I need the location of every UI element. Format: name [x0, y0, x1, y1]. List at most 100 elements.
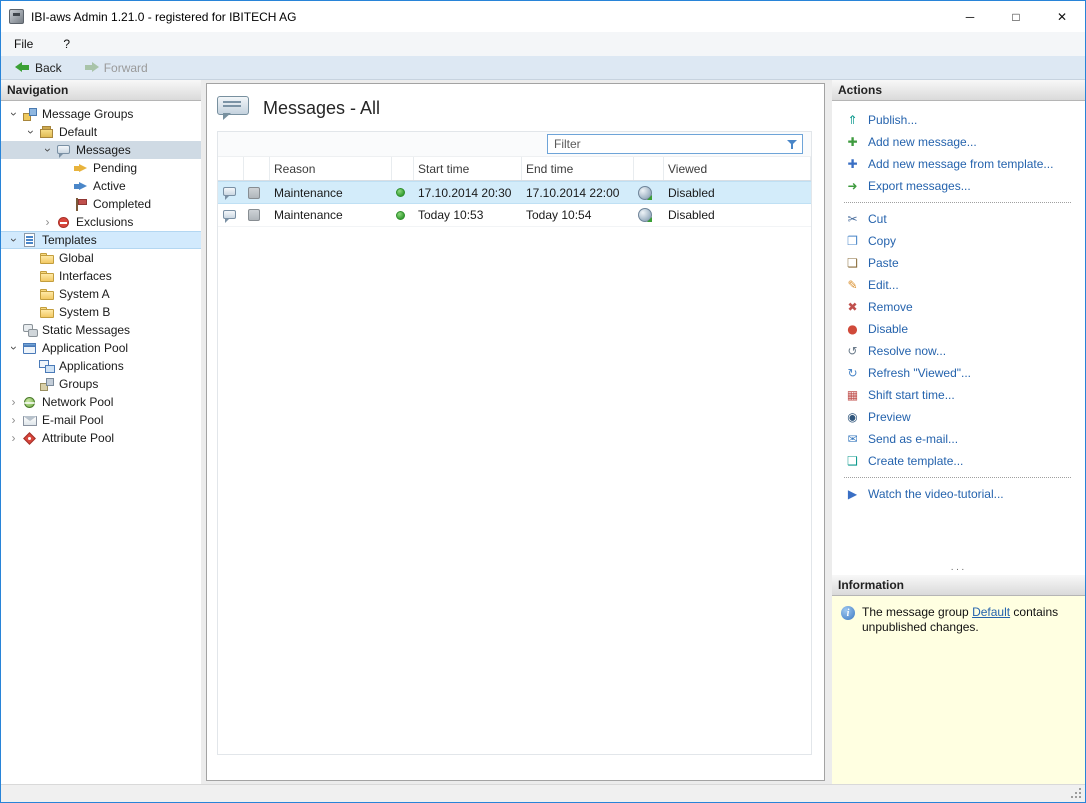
minimize-button[interactable]: ─: [947, 1, 993, 32]
chevron-down-icon[interactable]: [22, 123, 39, 141]
tree-item-label: Interfaces: [59, 269, 112, 283]
back-button[interactable]: Back: [9, 59, 68, 77]
header-viewed[interactable]: Viewed: [664, 157, 811, 180]
chevron-down-icon[interactable]: [39, 141, 56, 159]
menu-help[interactable]: ?: [59, 35, 74, 53]
action-label: Export messages...: [868, 179, 971, 193]
close-button[interactable]: ✕: [1039, 1, 1085, 32]
tree-item-label: Completed: [93, 197, 152, 211]
video-tutorial-icon: ▶: [847, 487, 858, 501]
tree-item-pending[interactable]: Pending: [1, 159, 201, 177]
forward-button[interactable]: Forward: [78, 59, 154, 77]
right-panel: Actions ⇑ Publish... ✚ Add new message... ✚ A…: [832, 80, 1085, 784]
chevron-right-icon[interactable]: [39, 213, 56, 231]
actions-overflow-indicator[interactable]: ···: [832, 564, 1085, 575]
tree-item-label: System A: [59, 287, 110, 301]
color-indicator-icon: [248, 186, 260, 199]
tree-item-default[interactable]: Default: [1, 123, 201, 141]
tree-item-active[interactable]: Active: [1, 177, 201, 195]
actions-list: ⇑ Publish... ✚ Add new message... ✚ Add new m…: [832, 101, 1085, 564]
add-message-template-icon: ✚: [847, 157, 858, 171]
action-send-as-e-mail[interactable]: ✉ Send as e-mail...: [832, 428, 1085, 450]
main-title-row: Messages - All: [207, 84, 824, 131]
remove-icon: ✖: [847, 300, 858, 314]
action-watch-the-video-tutorial[interactable]: ▶ Watch the video-tutorial...: [832, 483, 1085, 505]
action-label: Edit...: [868, 278, 899, 292]
tree-item-interfaces[interactable]: Interfaces: [1, 267, 201, 285]
action-paste[interactable]: ❏ Paste: [832, 252, 1085, 274]
action-cut[interactable]: ✂ Cut: [832, 208, 1085, 230]
tree-item-application-pool[interactable]: Application Pool: [1, 339, 201, 357]
message-row[interactable]: Maintenance Today 10:53 Today 10:54 Disable…: [218, 204, 811, 227]
action-remove[interactable]: ✖ Remove: [832, 296, 1085, 318]
viewed-state-icon: [638, 208, 652, 222]
filter-funnel-icon[interactable]: [784, 135, 802, 153]
tree-item-groups[interactable]: Groups: [1, 375, 201, 393]
tree-item-label: E-mail Pool: [42, 413, 104, 427]
refresh-viewed-icon: ↻: [847, 366, 858, 380]
message-row-icon-cell: [218, 204, 244, 226]
action-shift-start-time[interactable]: ▦ Shift start time...: [832, 384, 1085, 406]
header-reason[interactable]: Reason: [270, 157, 392, 180]
message-viewed-icon-cell: [634, 204, 664, 226]
tree-item-completed[interactable]: Completed: [1, 195, 201, 213]
action-create-template[interactable]: ❑ Create template...: [832, 450, 1085, 472]
nav-tree: Message Groups Default Messages Pending Acti…: [1, 101, 201, 784]
menu-file[interactable]: File: [10, 35, 37, 53]
message-color-cell: [244, 204, 270, 226]
action-add-new-message[interactable]: ✚ Add new message...: [832, 131, 1085, 153]
message-reason: Maintenance: [274, 185, 343, 200]
action-publish[interactable]: ⇑ Publish...: [832, 109, 1085, 131]
header-viewed-icon-col: [634, 157, 664, 180]
tree-item-templates[interactable]: Templates: [1, 231, 201, 249]
disable-icon: ●: [847, 322, 858, 336]
action-copy[interactable]: ❐ Copy: [832, 230, 1085, 252]
info-default-link[interactable]: Default: [972, 605, 1010, 619]
header-start-time[interactable]: Start time: [414, 157, 522, 180]
maximize-button[interactable]: □: [993, 1, 1039, 32]
tree-item-exclusions[interactable]: Exclusions: [1, 213, 201, 231]
chevron-down-icon[interactable]: [5, 231, 22, 249]
action-resolve-now[interactable]: ↺ Resolve now...: [832, 340, 1085, 362]
tree-item-network-pool[interactable]: Network Pool: [1, 393, 201, 411]
tree-item-label: Global: [59, 251, 94, 265]
color-indicator-icon: [248, 209, 260, 221]
chevron-right-icon[interactable]: [5, 429, 22, 447]
tree-item-attribute-pool[interactable]: Attribute Pool: [1, 429, 201, 447]
chevron-right-icon[interactable]: [5, 411, 22, 429]
tree-item-static-messages[interactable]: Static Messages: [1, 321, 201, 339]
tree-item-system-a[interactable]: System A: [1, 285, 201, 303]
action-export-messages[interactable]: ➜ Export messages...: [832, 175, 1085, 197]
attribute-pool-icon: [22, 431, 39, 446]
resize-grip[interactable]: [1071, 788, 1083, 800]
message-icon: [222, 185, 239, 200]
tree-item-e-mail-pool[interactable]: E-mail Pool: [1, 411, 201, 429]
action-edit[interactable]: ✎ Edit...: [832, 274, 1085, 296]
tree-item-label: Message Groups: [42, 107, 134, 121]
tree-item-label: Applications: [59, 359, 124, 373]
tree-item-message-groups[interactable]: Message Groups: [1, 105, 201, 123]
forward-label: Forward: [103, 60, 148, 75]
action-label: Shift start time...: [868, 388, 955, 402]
action-disable[interactable]: ● Disable: [832, 318, 1085, 340]
tree-item-messages[interactable]: Messages: [1, 141, 201, 159]
action-refresh-viewed[interactable]: ↻ Refresh "Viewed"...: [832, 362, 1085, 384]
action-label: Refresh "Viewed"...: [868, 366, 972, 380]
tree-item-global[interactable]: Global: [1, 249, 201, 267]
action-add-new-message-from-template[interactable]: ✚ Add new message from template...: [832, 153, 1085, 175]
edit-icon: ✎: [847, 278, 858, 292]
tree-item-applications[interactable]: Applications: [1, 357, 201, 375]
folder-icon: [39, 269, 56, 284]
tree-item-system-b[interactable]: System B: [1, 303, 201, 321]
message-start-time: Today 10:53: [418, 208, 484, 222]
messages-table: Reason Start time End time Viewed Mainte…: [217, 131, 812, 755]
tree-item-label: Exclusions: [76, 215, 134, 229]
chevron-right-icon[interactable]: [5, 393, 22, 411]
action-preview[interactable]: ◉ Preview: [832, 406, 1085, 428]
header-end-time[interactable]: End time: [522, 157, 634, 180]
chevron-down-icon[interactable]: [5, 339, 22, 357]
completed-icon: [73, 197, 90, 212]
chevron-down-icon[interactable]: [5, 105, 22, 123]
filter-input[interactable]: [548, 137, 784, 151]
message-row[interactable]: Maintenance 17.10.2014 20:30 17.10.2014 22…: [218, 181, 811, 204]
